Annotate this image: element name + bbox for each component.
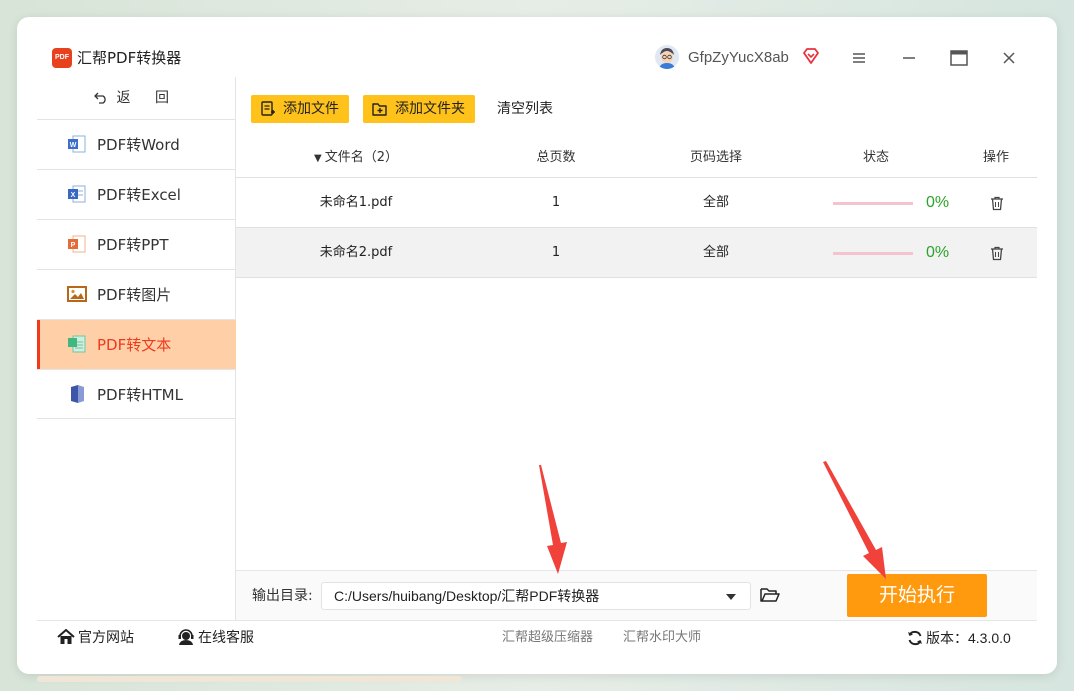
sidebar-item-pdf-to-ppt[interactable]: P PDF转PPT: [37, 219, 236, 269]
watermark-link[interactable]: 汇帮水印大师: [623, 621, 701, 655]
title-bar: PDF 汇帮PDF转换器 GfpZyYucX8ab: [17, 17, 1057, 77]
add-folder-label: 添加文件夹: [395, 101, 465, 117]
sidebar-item-label: PDF转文本: [97, 336, 172, 354]
version-number: 4.3.0.0: [968, 630, 1011, 646]
sort-desc-icon: ▼: [314, 153, 322, 164]
add-file-label: 添加文件: [283, 101, 339, 117]
sidebar-item-pdf-to-image[interactable]: PDF转图片: [37, 269, 236, 319]
sidebar-item-pdf-to-text[interactable]: PDF转文本: [37, 319, 236, 369]
header-page-range: 页码选择: [689, 150, 742, 165]
compressor-link[interactable]: 汇帮超级压缩器: [502, 621, 593, 655]
progress-bar: [833, 252, 913, 255]
close-icon[interactable]: [998, 47, 1020, 69]
menu-icon[interactable]: [848, 47, 870, 69]
header-filename[interactable]: ▼ 文件名（2）: [236, 137, 476, 179]
header-operation: 操作: [982, 150, 1009, 165]
output-dir-label: 输出目录:: [252, 588, 313, 604]
chevron-down-icon: [726, 594, 736, 600]
sidebar: 返 回 W PDF转Word X PDF转Excel P PDF转PPT PDF…: [37, 77, 236, 620]
excel-icon: X: [68, 185, 86, 203]
text-icon: [68, 335, 86, 353]
sidebar-item-label: PDF转图片: [97, 286, 172, 304]
headset-icon: [178, 629, 194, 645]
add-folder-button[interactable]: 添加文件夹: [363, 95, 475, 123]
minimize-icon[interactable]: [898, 47, 920, 69]
header-filename-label: 文件名（2）: [324, 150, 398, 165]
header-pages: 总页数: [536, 150, 576, 165]
ppt-icon: P: [68, 235, 86, 253]
page-range-select[interactable]: 全部: [636, 228, 796, 278]
image-icon: [67, 286, 87, 302]
output-dir-path: C:/Users/huibang/Desktop/汇帮PDF转换器: [334, 588, 600, 604]
svg-text:W: W: [70, 142, 77, 149]
window-shadow: [37, 676, 462, 682]
official-site-link[interactable]: 官方网站: [57, 621, 134, 655]
trash-icon[interactable]: [989, 245, 1005, 261]
back-arrow-icon: [94, 92, 106, 104]
version-label: 版本：: [926, 631, 968, 647]
table-row[interactable]: 未命名2.pdf 1 全部 0%: [236, 228, 1037, 278]
refresh-icon: [908, 630, 922, 646]
version-info[interactable]: 版本：4.3.0.0: [907, 621, 1011, 656]
online-service-label: 在线客服: [198, 630, 254, 646]
sidebar-item-pdf-to-html[interactable]: PDF转HTML: [37, 369, 236, 419]
output-dir-select[interactable]: C:/Users/huibang/Desktop/汇帮PDF转换器: [321, 582, 751, 610]
output-bar: 输出目录: C:/Users/huibang/Desktop/汇帮PDF转换器 …: [236, 570, 1037, 620]
app-logo-icon: PDF: [52, 48, 72, 68]
file-name: 未命名2.pdf: [319, 245, 393, 260]
file-table: ▼ 文件名（2） 总页数 页码选择 状态 操作 未命名1.pdf 1 全部 0% …: [236, 137, 1037, 278]
svg-text:X: X: [71, 192, 76, 199]
app-window: PDF 汇帮PDF转换器 GfpZyYucX8ab 返 回 W PDF转Word…: [17, 17, 1057, 674]
sidebar-item-label: PDF转PPT: [97, 236, 169, 254]
add-folder-icon: [372, 103, 387, 116]
add-file-button[interactable]: 添加文件: [251, 95, 349, 123]
file-name: 未命名1.pdf: [319, 195, 393, 210]
start-button[interactable]: 开始执行: [847, 574, 987, 617]
folder-open-icon[interactable]: [760, 586, 780, 604]
html-icon: [71, 385, 84, 403]
progress-bar: [833, 202, 913, 205]
home-icon: [57, 628, 75, 644]
back-label: 返 回: [116, 90, 179, 106]
sidebar-item-label: PDF转Excel: [97, 186, 181, 204]
add-file-icon: [261, 101, 275, 116]
maximize-icon[interactable]: [948, 47, 970, 69]
username[interactable]: GfpZyYucX8ab: [688, 48, 789, 68]
svg-text:P: P: [71, 242, 76, 249]
table-header: ▼ 文件名（2） 总页数 页码选择 状态 操作: [236, 137, 1037, 178]
page-range-select[interactable]: 全部: [636, 178, 796, 228]
app-title: 汇帮PDF转换器: [77, 49, 182, 67]
header-status: 状态: [862, 150, 889, 165]
online-service-link[interactable]: 在线客服: [177, 621, 254, 655]
avatar-icon: [655, 45, 679, 69]
progress-percent: 0%: [926, 244, 950, 261]
avatar[interactable]: [655, 45, 679, 69]
toolbar: 添加文件 添加文件夹 清空列表: [236, 77, 1036, 137]
sidebar-item-label: PDF转Word: [97, 136, 180, 154]
trash-icon[interactable]: [989, 195, 1005, 211]
official-site-label: 官方网站: [78, 630, 134, 646]
file-pages: 1: [551, 195, 561, 210]
back-button[interactable]: 返 回: [37, 77, 236, 119]
word-icon: W: [68, 135, 86, 153]
progress-percent: 0%: [926, 194, 950, 211]
sidebar-item-label: PDF转HTML: [97, 386, 183, 404]
sidebar-nav: W PDF转Word X PDF转Excel P PDF转PPT PDF转图片 …: [37, 119, 236, 419]
sidebar-item-pdf-to-word[interactable]: W PDF转Word: [37, 119, 236, 169]
clear-list-button[interactable]: 清空列表: [497, 95, 553, 123]
file-pages: 1: [551, 245, 561, 260]
footer: 官方网站 在线客服 汇帮超级压缩器 汇帮水印大师 版本：4.3.0.0: [37, 620, 1037, 660]
vip-diamond-icon[interactable]: [802, 47, 820, 65]
table-row[interactable]: 未命名1.pdf 1 全部 0%: [236, 178, 1037, 228]
sidebar-item-pdf-to-excel[interactable]: X PDF转Excel: [37, 169, 236, 219]
